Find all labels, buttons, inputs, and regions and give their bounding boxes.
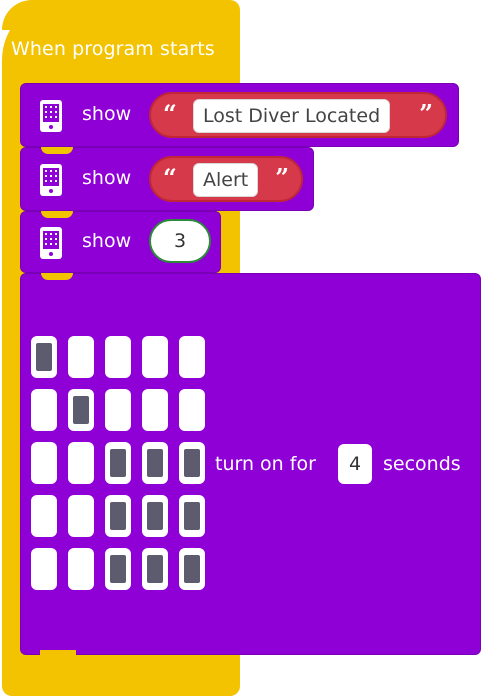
show-label: show bbox=[82, 103, 132, 125]
show-number-block[interactable]: show 3 bbox=[20, 211, 221, 273]
led-cell-r4-c1[interactable] bbox=[68, 548, 94, 590]
led-cell-r0-c2[interactable] bbox=[105, 336, 131, 378]
led-cell-r3-c3[interactable] bbox=[142, 495, 168, 537]
string-input-field[interactable]: Lost Diver Located bbox=[193, 99, 391, 133]
open-quote-icon: “ bbox=[163, 163, 177, 192]
led-cell-r2-c4[interactable] bbox=[179, 442, 205, 484]
led-cell-r4-c2[interactable] bbox=[105, 548, 131, 590]
led-cell-r2-c3[interactable] bbox=[142, 442, 168, 484]
seconds-input[interactable]: 4 bbox=[338, 444, 372, 484]
led-cell-r4-c3[interactable] bbox=[142, 548, 168, 590]
hat-bottom-notch bbox=[40, 650, 76, 662]
string-input-field[interactable]: Alert bbox=[193, 163, 259, 197]
led-cell-r3-c0[interactable] bbox=[31, 495, 57, 537]
microbit-device-icon bbox=[38, 163, 64, 197]
led-cell-r3-c1[interactable] bbox=[68, 495, 94, 537]
led-cell-r3-c4[interactable] bbox=[179, 495, 205, 537]
led-cell-r2-c2[interactable] bbox=[105, 442, 131, 484]
string-input-pill[interactable]: “ Lost Diver Located ” bbox=[149, 92, 447, 138]
led-cell-r4-c4[interactable] bbox=[179, 548, 205, 590]
microbit-device-icon bbox=[38, 99, 64, 133]
open-quote-icon: “ bbox=[163, 99, 177, 128]
led-cell-r2-c1[interactable] bbox=[68, 442, 94, 484]
block-notch bbox=[41, 147, 73, 154]
led-cell-r3-c2[interactable] bbox=[105, 495, 131, 537]
close-quote-icon: ” bbox=[275, 163, 289, 192]
led-cell-r1-c2[interactable] bbox=[105, 389, 131, 431]
led-cell-r0-c3[interactable] bbox=[142, 336, 168, 378]
led-cell-r0-c1[interactable] bbox=[68, 336, 94, 378]
show-text-block-2[interactable]: show “ Alert ” bbox=[20, 147, 314, 211]
close-quote-icon: ” bbox=[419, 99, 433, 128]
led-cell-r1-c0[interactable] bbox=[31, 389, 57, 431]
led-cell-r0-c4[interactable] bbox=[179, 336, 205, 378]
block-notch bbox=[41, 211, 73, 218]
led-cell-r4-c0[interactable] bbox=[31, 548, 57, 590]
led-cell-r1-c3[interactable] bbox=[142, 389, 168, 431]
show-label: show bbox=[82, 230, 132, 252]
block-notch bbox=[41, 273, 73, 280]
turn-on-for-label: turn on for bbox=[215, 453, 316, 475]
number-input[interactable]: 3 bbox=[149, 219, 211, 263]
led-cell-r0-c0[interactable] bbox=[31, 336, 57, 378]
show-label: show bbox=[82, 167, 132, 189]
led-cell-r1-c1[interactable] bbox=[68, 389, 94, 431]
show-text-block-1[interactable]: show “ Lost Diver Located ” bbox=[20, 83, 459, 147]
led-cell-r2-c0[interactable] bbox=[31, 442, 57, 484]
seconds-label: seconds bbox=[383, 453, 461, 475]
string-input-pill[interactable]: “ Alert ” bbox=[149, 156, 303, 202]
led-cell-r1-c4[interactable] bbox=[179, 389, 205, 431]
hat-block-label: When program starts bbox=[11, 38, 215, 60]
microbit-device-icon bbox=[38, 226, 64, 260]
